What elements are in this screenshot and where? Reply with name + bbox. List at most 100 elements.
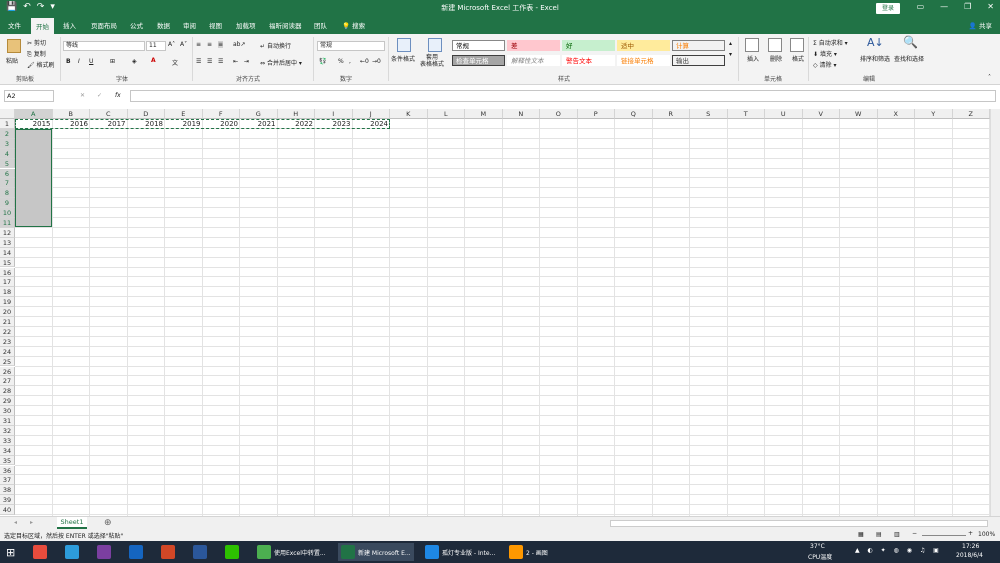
column-header[interactable]: N [502, 109, 540, 119]
find-select-button[interactable]: 查找和选择 [894, 54, 924, 63]
row-header[interactable]: 20 [0, 307, 15, 317]
style-normal[interactable]: 常规 [452, 40, 505, 51]
column-header[interactable]: F [202, 109, 240, 119]
paste-icon[interactable] [7, 39, 21, 53]
font-name-select[interactable]: 等线 [63, 41, 145, 51]
column-header[interactable]: X [877, 109, 915, 119]
find-select-icon[interactable]: 🔍 [903, 35, 918, 49]
start-button[interactable]: ⊞ [3, 543, 18, 561]
insert-cells-icon[interactable] [745, 38, 759, 52]
row-header[interactable]: 38 [0, 485, 15, 496]
row-header[interactable]: 25 [0, 356, 15, 367]
sort-filter-button[interactable]: 排序和筛选 [860, 54, 890, 63]
column-header[interactable]: G [240, 109, 278, 119]
delete-cells-button[interactable]: 删除 [770, 54, 782, 63]
tab-insert[interactable]: 插入 [63, 20, 76, 30]
prev-sheet-icon[interactable]: ◂ [14, 519, 17, 526]
style-explanatory[interactable]: 解释性文本 [507, 55, 560, 66]
formula-input[interactable] [130, 90, 996, 102]
row-header[interactable]: 37 [0, 475, 15, 486]
taskbar-app[interactable] [62, 543, 82, 561]
next-sheet-icon[interactable]: ▸ [30, 519, 33, 526]
fill-color-icon[interactable]: ◈ [132, 58, 137, 65]
normal-view-icon[interactable]: ▦ [858, 531, 864, 538]
wrap-text-button[interactable]: ↵ 自动换行 [260, 41, 291, 50]
shrink-font-icon[interactable]: A˅ [180, 41, 187, 48]
row-header[interactable]: 33 [0, 435, 15, 446]
row-header[interactable]: 16 [0, 267, 15, 278]
style-bad[interactable]: 差 [507, 40, 560, 51]
taskbar-app[interactable] [126, 543, 146, 561]
taskbar-app[interactable]: 孤灯专业版 - Inte... [422, 543, 498, 561]
bold-button[interactable]: B [66, 58, 71, 65]
gallery-scroll-up-icon[interactable]: ▴ [729, 40, 732, 47]
conditional-format-button[interactable]: 条件格式 [391, 54, 415, 63]
row-header[interactable]: 14 [0, 247, 15, 258]
horizontal-scrollbar[interactable] [610, 520, 988, 527]
tab-data[interactable]: 数据 [157, 20, 170, 30]
taskbar-app[interactable] [30, 543, 50, 561]
paste-button[interactable]: 粘贴 [6, 56, 18, 65]
row-header[interactable]: 36 [0, 465, 15, 476]
row-header[interactable]: 18 [0, 287, 15, 298]
clock-date[interactable]: 2018/6/4 [956, 552, 983, 559]
taskbar-app[interactable] [222, 543, 242, 561]
format-cells-icon[interactable] [790, 38, 804, 52]
clock-time[interactable]: 17:26 [962, 543, 979, 550]
enter-icon[interactable]: ✓ [97, 92, 102, 99]
page-break-view-icon[interactable]: ▥ [894, 531, 900, 538]
currency-icon[interactable]: 💱 [319, 58, 326, 65]
italic-button[interactable]: I [78, 58, 80, 65]
column-header[interactable]: U [765, 109, 803, 119]
style-output[interactable]: 输出 [672, 55, 725, 66]
row-header[interactable]: 11 [0, 218, 15, 228]
row-header[interactable]: 39 [0, 495, 15, 506]
merge-center-button[interactable]: ⇔ 合并后居中 ▾ [260, 58, 302, 67]
table-format-icon[interactable] [428, 38, 442, 52]
row-header[interactable]: 21 [0, 317, 15, 327]
fill-button[interactable]: ⬇ 填充 ▾ [813, 49, 837, 58]
phonetic-icon[interactable]: 文 [172, 58, 178, 67]
style-check-cell[interactable]: 检查单元格 [452, 55, 505, 66]
taskbar-app[interactable]: 新建 Microsoft E... [338, 543, 414, 561]
column-header[interactable]: W [840, 109, 878, 119]
ribbon-display-icon[interactable]: ▭ [917, 2, 925, 11]
conditional-format-icon[interactable] [397, 38, 411, 52]
comma-icon[interactable]: , [349, 58, 351, 65]
sort-filter-icon[interactable]: A↓ [867, 36, 884, 49]
row-header[interactable]: 23 [0, 336, 15, 347]
decrease-decimal-icon[interactable]: →0 [372, 58, 381, 65]
row-header[interactable]: 9 [0, 198, 15, 209]
row-header[interactable]: 7 [0, 178, 15, 189]
zoom-level[interactable]: 100% [978, 531, 995, 538]
row-header[interactable]: 1 [0, 119, 15, 129]
align-bottom-icon[interactable]: ≡ [218, 41, 224, 48]
vertical-scrollbar[interactable] [990, 109, 1000, 516]
cut-button[interactable]: ✂ 剪切 [27, 38, 46, 47]
gallery-scroll-down-icon[interactable]: ▾ [729, 51, 732, 58]
font-size-select[interactable]: 11 [146, 41, 166, 51]
column-header[interactable]: O [540, 109, 578, 119]
copy-button[interactable]: ⎘ 复制 [27, 49, 46, 59]
row-header[interactable]: 32 [0, 425, 15, 436]
row-header[interactable]: 13 [0, 237, 15, 248]
align-middle-icon[interactable]: ≡ [207, 41, 212, 48]
row-header[interactable]: 12 [0, 227, 15, 238]
row-header[interactable]: 31 [0, 416, 15, 426]
taskbar-app[interactable]: 使用Excel中转置... [254, 543, 329, 561]
table-format-button[interactable]: 套用 表格格式 [420, 54, 444, 68]
login-button[interactable]: 登录 [876, 3, 900, 14]
zoom-out-icon[interactable]: − [912, 530, 917, 537]
tab-foxit[interactable]: 福昕阅读器 [269, 20, 302, 30]
collapse-ribbon-icon[interactable]: ˄ [988, 74, 991, 81]
column-header[interactable]: C [90, 109, 128, 119]
style-warning[interactable]: 警告文本 [562, 55, 615, 66]
restore-icon[interactable]: ❐ [964, 2, 971, 11]
align-left-icon[interactable]: ☰ [196, 58, 201, 65]
row-header[interactable]: 2 [0, 128, 15, 139]
tab-view[interactable]: 视图 [209, 20, 222, 30]
grow-font-icon[interactable]: A˄ [168, 41, 175, 48]
number-format-select[interactable]: 常规 [317, 41, 385, 51]
column-header[interactable]: P [577, 109, 615, 119]
clear-button[interactable]: ◇ 清除 ▾ [813, 60, 836, 69]
